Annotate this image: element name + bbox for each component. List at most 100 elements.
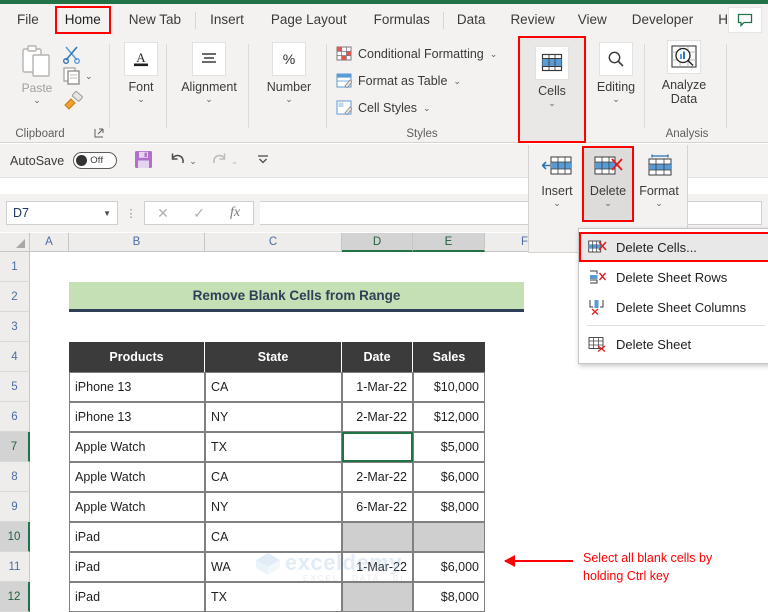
delete-cells-button[interactable]: Delete ⌄ [582,146,634,222]
paste-button[interactable]: Paste ⌄ [10,44,64,105]
cell-b6[interactable]: iPhone 13 [69,402,205,432]
clipboard-dialog-launcher-icon[interactable] [94,127,104,141]
alignment-button[interactable]: Alignment ⌄ [180,42,238,104]
name-box[interactable]: D7 ▼ [6,201,118,225]
tab-home[interactable]: Home [54,6,111,34]
format-cells-button[interactable]: Format ⌄ [635,151,683,208]
row-header-4[interactable]: 4 [0,342,30,372]
cells-button[interactable]: Cells ⌄ [523,46,581,108]
row-header-9[interactable]: 9 [0,492,30,522]
cell-c7[interactable]: TX [205,432,342,462]
undo-chevron-down-icon[interactable]: ⌄ [189,156,197,166]
cell-e5[interactable]: $10,000 [413,372,485,402]
insert-function-fx-icon[interactable]: fx [217,205,253,221]
copy-button[interactable]: ⌄ [62,66,93,86]
column-header-e[interactable]: E [413,233,485,252]
number-button[interactable]: % Number ⌄ [260,42,318,104]
row-header-6[interactable]: 6 [0,402,30,432]
editing-chevron-down-icon[interactable]: ⌄ [612,95,620,104]
menu-item-delete-sheet-columns[interactable]: Delete Sheet Columns [579,292,768,322]
redo-button[interactable]: ⌄ [210,152,239,169]
cell-c6[interactable]: NY [205,402,342,432]
autosave-toggle[interactable]: Off [73,152,118,169]
insert-cells-button[interactable]: Insert ⌄ [533,151,581,208]
row-header-1[interactable]: 1 [0,252,30,282]
cell-e11[interactable]: $6,000 [413,552,485,582]
row-header-7[interactable]: 7 [0,432,30,462]
cells-chevron-down-icon[interactable]: ⌄ [548,99,556,108]
delete-chevron-down-icon[interactable]: ⌄ [604,199,612,208]
number-chevron-down-icon[interactable]: ⌄ [285,95,293,104]
cell-c8[interactable]: CA [205,462,342,492]
cell-b7[interactable]: Apple Watch [69,432,205,462]
row-header-2[interactable]: 2 [0,282,30,312]
format-as-table-chevron-down-icon[interactable]: ⌄ [453,76,461,86]
ribbon-group-cells[interactable]: Cells ⌄ [518,36,586,143]
paste-chevron-down-icon[interactable]: ⌄ [10,96,64,105]
cell-c10[interactable]: CA [205,522,342,552]
cell-e6[interactable]: $12,000 [413,402,485,432]
font-button[interactable]: A Font ⌄ [112,42,170,104]
tab-review[interactable]: Review [501,7,563,33]
copy-chevron-down-icon[interactable]: ⌄ [85,72,93,81]
row-header-12[interactable]: 12 [0,582,30,612]
tab-page-layout[interactable]: Page Layout [262,7,356,33]
tab-formulas[interactable]: Formulas [365,7,439,33]
font-chevron-down-icon[interactable]: ⌄ [137,95,145,104]
cell-c11[interactable]: WA [205,552,342,582]
conditional-formatting-chevron-down-icon[interactable]: ⌄ [490,49,498,59]
conditional-formatting-button[interactable]: Conditional Formatting ⌄ [336,46,497,61]
cell-b11[interactable]: iPad [69,552,205,582]
cancel-x-icon[interactable]: ✕ [145,205,181,222]
cell-c12[interactable]: TX [205,582,342,612]
tab-data[interactable]: Data [448,7,495,33]
cell-b5[interactable]: iPhone 13 [69,372,205,402]
cell-c9[interactable]: NY [205,492,342,522]
insert-chevron-down-icon[interactable]: ⌄ [553,199,561,208]
cell-b9[interactable]: Apple Watch [69,492,205,522]
cell-d11[interactable]: 1-Mar-22 [342,552,413,582]
cell-d8[interactable]: 2-Mar-22 [342,462,413,492]
column-header-c[interactable]: C [205,233,342,252]
alignment-chevron-down-icon[interactable]: ⌄ [205,95,213,104]
cell-d12[interactable] [342,582,413,612]
redo-chevron-down-icon[interactable]: ⌄ [231,156,239,166]
column-header-d[interactable]: D [342,233,413,252]
cell-e12[interactable]: $8,000 [413,582,485,612]
row-header-8[interactable]: 8 [0,462,30,492]
cell-styles-button[interactable]: Cell Styles ⌄ [336,100,431,115]
cell-d5[interactable]: 1-Mar-22 [342,372,413,402]
formula-bar-handle[interactable]: ⋮ [124,207,138,220]
cell-styles-chevron-down-icon[interactable]: ⌄ [423,103,431,113]
format-chevron-down-icon[interactable]: ⌄ [655,199,663,208]
menu-item-delete-sheet-rows[interactable]: Delete Sheet Rows [579,262,768,292]
undo-button[interactable]: ⌄ [168,152,197,169]
tab-new-tab[interactable]: New Tab [120,7,190,33]
cell-e8[interactable]: $6,000 [413,462,485,492]
cell-c5[interactable]: CA [205,372,342,402]
tab-developer[interactable]: Developer [623,7,703,33]
name-box-chevron-down-icon[interactable]: ▼ [103,209,111,218]
row-header-11[interactable]: 11 [0,552,30,582]
row-header-10[interactable]: 10 [0,522,30,552]
menu-item-delete-cells[interactable]: Delete Cells... [579,232,768,262]
cell-d10[interactable] [342,522,413,552]
save-disk-icon[interactable] [134,150,153,172]
comment-icon[interactable] [728,7,762,33]
row-header-3[interactable]: 3 [0,312,30,342]
column-header-b[interactable]: B [69,233,205,252]
more-commands-icon[interactable] [255,153,271,168]
tab-file[interactable]: File [8,7,48,33]
editing-button[interactable]: Editing ⌄ [587,42,645,104]
cell-d6[interactable]: 2-Mar-22 [342,402,413,432]
column-header-a[interactable]: A [30,233,69,252]
enter-check-icon[interactable]: ✓ [181,205,217,222]
cell-d7[interactable] [342,432,413,462]
cut-button[interactable] [62,44,82,67]
cell-e9[interactable]: $8,000 [413,492,485,522]
cell-b12[interactable]: iPad [69,582,205,612]
cell-d9[interactable]: 6-Mar-22 [342,492,413,522]
tab-view[interactable]: View [569,7,616,33]
tab-insert[interactable]: Insert [201,7,253,33]
row-header-5[interactable]: 5 [0,372,30,402]
